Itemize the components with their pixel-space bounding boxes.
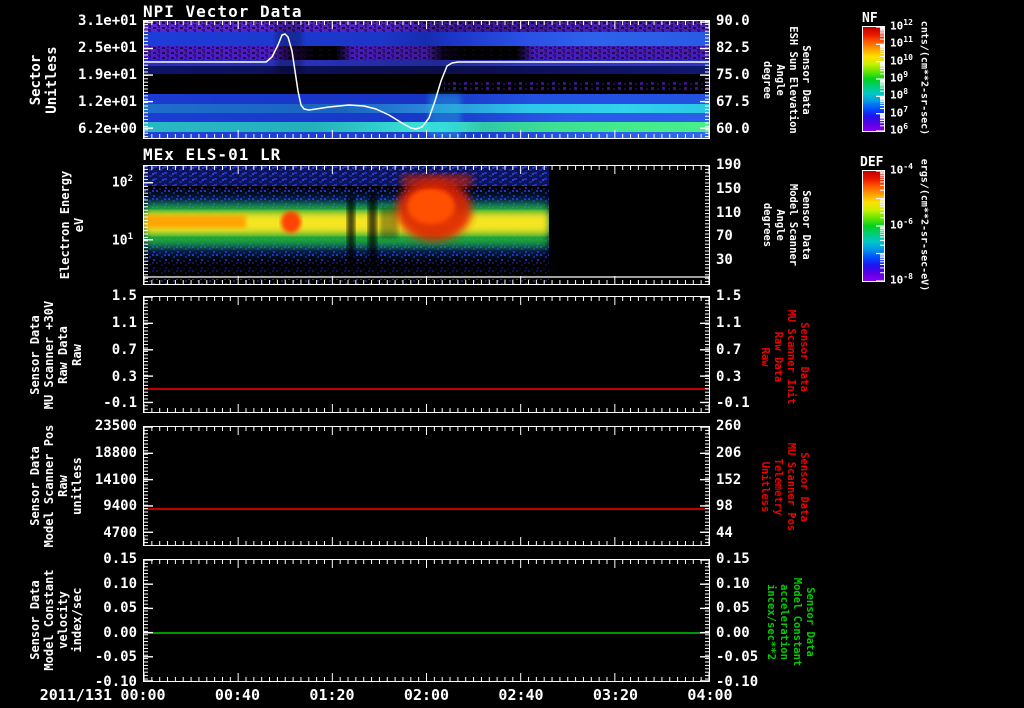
- tick-label: 90.0: [716, 13, 750, 29]
- tick-label: 150: [716, 181, 742, 197]
- log-tick-label: 107: [890, 104, 909, 120]
- log-tick-label: 108: [890, 87, 909, 102]
- tick-label: 0.7: [111, 342, 137, 358]
- panel2-left-axis-label: Electron Energy eV: [58, 170, 86, 280]
- tick-label: 260: [716, 418, 742, 434]
- panel2-title: MEx ELS-01 LR: [143, 145, 282, 164]
- tick-label: -0.05: [94, 649, 137, 666]
- log-tick-label: 101: [111, 232, 133, 249]
- def-colorbar: [862, 170, 885, 282]
- tick-label: 0.00: [103, 624, 137, 641]
- tick-label: 0.15: [103, 551, 137, 567]
- def-colorbar-units: ergs/(cm**2-sr-sec-eV): [918, 158, 930, 292]
- panel1-right-axis-label: Sensor Data ESH Sun Elevation Angle degr…: [761, 26, 812, 134]
- tick-label: 152: [716, 471, 742, 488]
- log-tick-label: 1012: [890, 18, 913, 33]
- tick-label: 1.5: [716, 288, 742, 304]
- tick-label: 9400: [103, 498, 137, 515]
- panel1-left-axis-label: Sector Unitless: [28, 46, 60, 114]
- npi-sector-spectrogram: [144, 21, 709, 138]
- tick-label: 2.5e+01: [77, 40, 137, 56]
- def-colorbar-title: DEF: [860, 155, 884, 170]
- tick-label: 206: [716, 444, 742, 461]
- tick-label: 1.9e+01: [77, 67, 137, 83]
- tick-label: 1.1: [111, 315, 137, 331]
- tick-label: 0.3: [716, 369, 742, 385]
- panel4-left-axis-label: Sensor Data Model Scanner Pos Raw unitle…: [28, 424, 84, 548]
- x-axis-time-label: 02:00: [403, 686, 450, 704]
- tick-label: 0.7: [716, 342, 742, 358]
- tick-label: 98: [716, 498, 733, 515]
- tick-label: 60.0: [716, 121, 750, 137]
- model-scanner-pos-plot: [144, 427, 709, 545]
- log-tick-label: 1011: [890, 35, 913, 50]
- panel5-left-axis-label: Sensor Data Model Constant velocity inde…: [28, 569, 84, 671]
- x-axis-time-label: 03:20: [592, 686, 639, 704]
- panel3-right-axis-label: Sensor Data MU Scanner Init Raw Data Raw: [759, 309, 810, 405]
- tick-label: 67.5: [716, 94, 750, 110]
- panel5-right-axis-label: Sensor Data Model Constant acceleration …: [765, 577, 816, 667]
- panel-mu-scanner-30v: [143, 296, 710, 413]
- tick-label: 0.10: [103, 575, 137, 592]
- tick-label: 0.15: [716, 551, 750, 567]
- panel-model-constant-velocity: [143, 559, 710, 682]
- mu-scanner-30v-plot: [144, 297, 709, 412]
- panel-mex-els: [143, 165, 710, 285]
- panel-npi-vector-data: [143, 20, 710, 139]
- tick-label: 0.10: [716, 575, 750, 592]
- tick-label: 0.00: [716, 624, 750, 641]
- log-tick-label: 102: [111, 174, 133, 191]
- tick-label: 30: [716, 251, 733, 268]
- x-axis-time-label: 04:00: [687, 686, 733, 704]
- x-axis-time-label: 02:40: [498, 686, 544, 704]
- panel2-right-axis-label: Sensor Data Model Scanner Angle degrees: [761, 183, 812, 267]
- tick-label: 6.2e+00: [77, 121, 137, 137]
- log-tick-label: 1010: [890, 52, 913, 68]
- tick-label: 1.1: [716, 315, 742, 331]
- tick-label: 190: [716, 157, 742, 173]
- panel4-right-axis-label: Sensor Data MU Scanner Pos Telemetry Uni…: [759, 442, 810, 532]
- nf-colorbar-title: NF: [862, 11, 878, 26]
- log-tick-label: 106: [890, 122, 909, 137]
- log-tick-label: 10-8: [890, 272, 913, 287]
- tick-label: 1.2e+01: [77, 94, 137, 110]
- tick-label: 70: [716, 228, 733, 244]
- x-axis-time-label: 00:00: [120, 686, 166, 704]
- tick-label: -0.05: [716, 649, 759, 666]
- tick-label: 75.0: [716, 67, 750, 83]
- tick-label: 44: [716, 525, 733, 541]
- log-tick-label: 109: [890, 70, 909, 85]
- tick-label: 3.1e+01: [77, 13, 137, 29]
- nf-colorbar: [862, 26, 885, 132]
- tick-label: 82.5: [716, 40, 750, 56]
- x-axis-time-label: 01:20: [309, 686, 355, 704]
- tick-label: 0.05: [103, 600, 137, 617]
- log-tick-label: 10-4: [890, 162, 913, 177]
- x-axis-time-label: 00:40: [214, 686, 261, 704]
- tick-label: 0.05: [716, 600, 750, 617]
- model-constant-velocity-plot: [144, 560, 709, 681]
- tick-label: -0.1: [716, 395, 750, 411]
- els-energy-spectrogram: [144, 166, 709, 284]
- tick-label: 14100: [94, 471, 137, 488]
- tick-label: 0.3: [111, 369, 137, 385]
- panel3-left-axis-label: Sensor Data MU Scanner +30V Raw Data Raw: [28, 300, 84, 410]
- log-tick-label: 10-6: [890, 217, 913, 232]
- tick-label: 4700: [103, 525, 137, 541]
- tick-label: 18800: [94, 444, 137, 461]
- quicklook-plot-screen: NPI Vector Data MEx ELS-01 LR Sector Uni…: [0, 0, 1024, 708]
- tick-label: 1.5: [111, 288, 137, 304]
- tick-label: 110: [716, 204, 742, 221]
- panel1-title: NPI Vector Data: [143, 2, 303, 21]
- tick-label: -0.1: [103, 395, 137, 411]
- panel-model-scanner-pos: [143, 426, 710, 546]
- nf-colorbar-units: cnts/(cm**2-sr-sec): [918, 20, 930, 136]
- tick-label: 23500: [94, 418, 137, 434]
